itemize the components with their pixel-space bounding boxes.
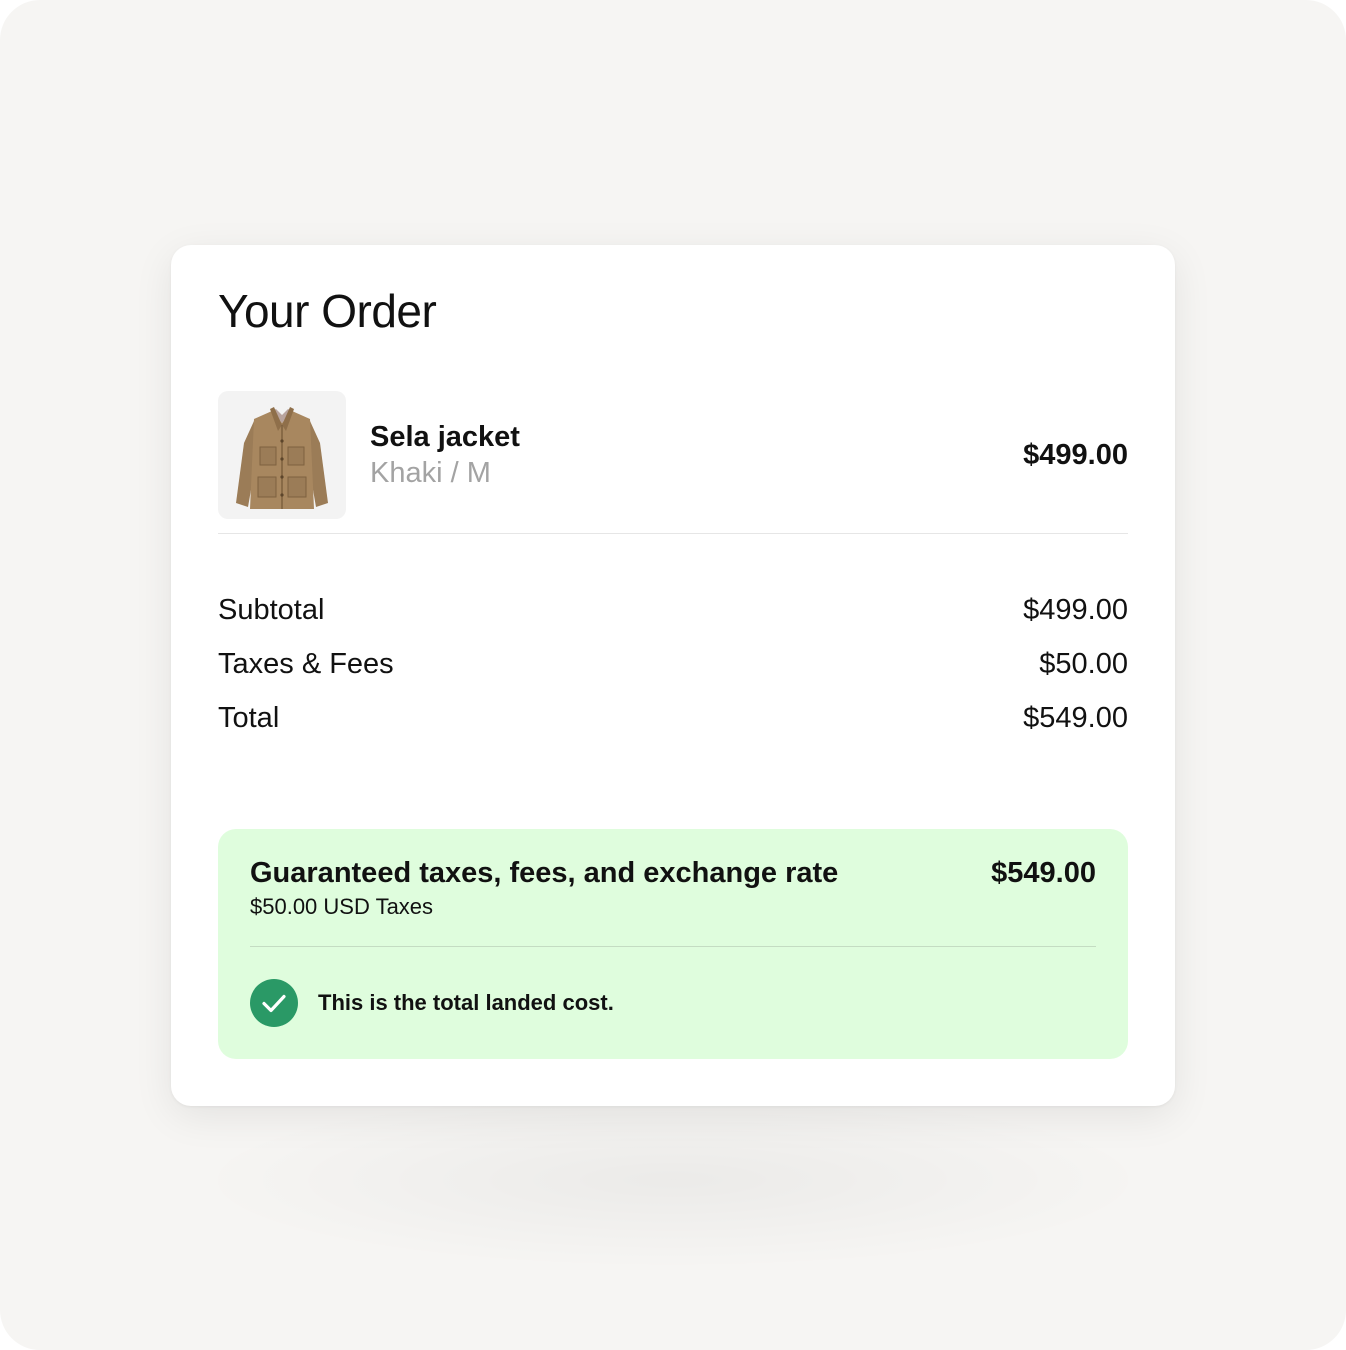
total-value: $549.00 (1023, 702, 1128, 734)
price-summary: Subtotal $499.00 Taxes & Fees $50.00 Tot… (218, 591, 1128, 753)
landed-cost-note: This is the total landed cost. (318, 990, 614, 1015)
jacket-icon (218, 391, 346, 519)
subtotal-value: $499.00 (1023, 594, 1128, 626)
item-price: $499.00 (1023, 439, 1128, 471)
order-summary-card: Your Order Sela jacket Khaki / M $499.00… (171, 245, 1175, 1106)
guarantee-divider (250, 946, 1096, 947)
item-name: Sela jacket (370, 421, 520, 453)
guarantee-subtitle: $50.00 USD Taxes (250, 894, 434, 919)
item-variant: Khaki / M (370, 457, 491, 489)
divider (218, 533, 1128, 534)
taxes-fees-row: Taxes & Fees $50.00 (218, 645, 1128, 699)
page-backdrop: Your Order Sela jacket Khaki / M $499.00… (0, 0, 1346, 1350)
guarantee-amount: $549.00 (991, 857, 1096, 889)
card-shadow (190, 1090, 1156, 1270)
taxes-fees-value: $50.00 (1039, 648, 1128, 680)
guarantee-panel: Guaranteed taxes, fees, and exchange rat… (218, 829, 1128, 1059)
subtotal-label: Subtotal (218, 594, 325, 626)
taxes-fees-label: Taxes & Fees (218, 648, 394, 680)
guarantee-title: Guaranteed taxes, fees, and exchange rat… (250, 857, 839, 889)
page-title: Your Order (218, 285, 437, 337)
total-label: Total (218, 702, 280, 734)
subtotal-row: Subtotal $499.00 (218, 591, 1128, 645)
total-row: Total $549.00 (218, 699, 1128, 753)
cart-line-item: Sela jacket Khaki / M $499.00 (218, 391, 1128, 519)
check-circle-icon (250, 979, 298, 1027)
